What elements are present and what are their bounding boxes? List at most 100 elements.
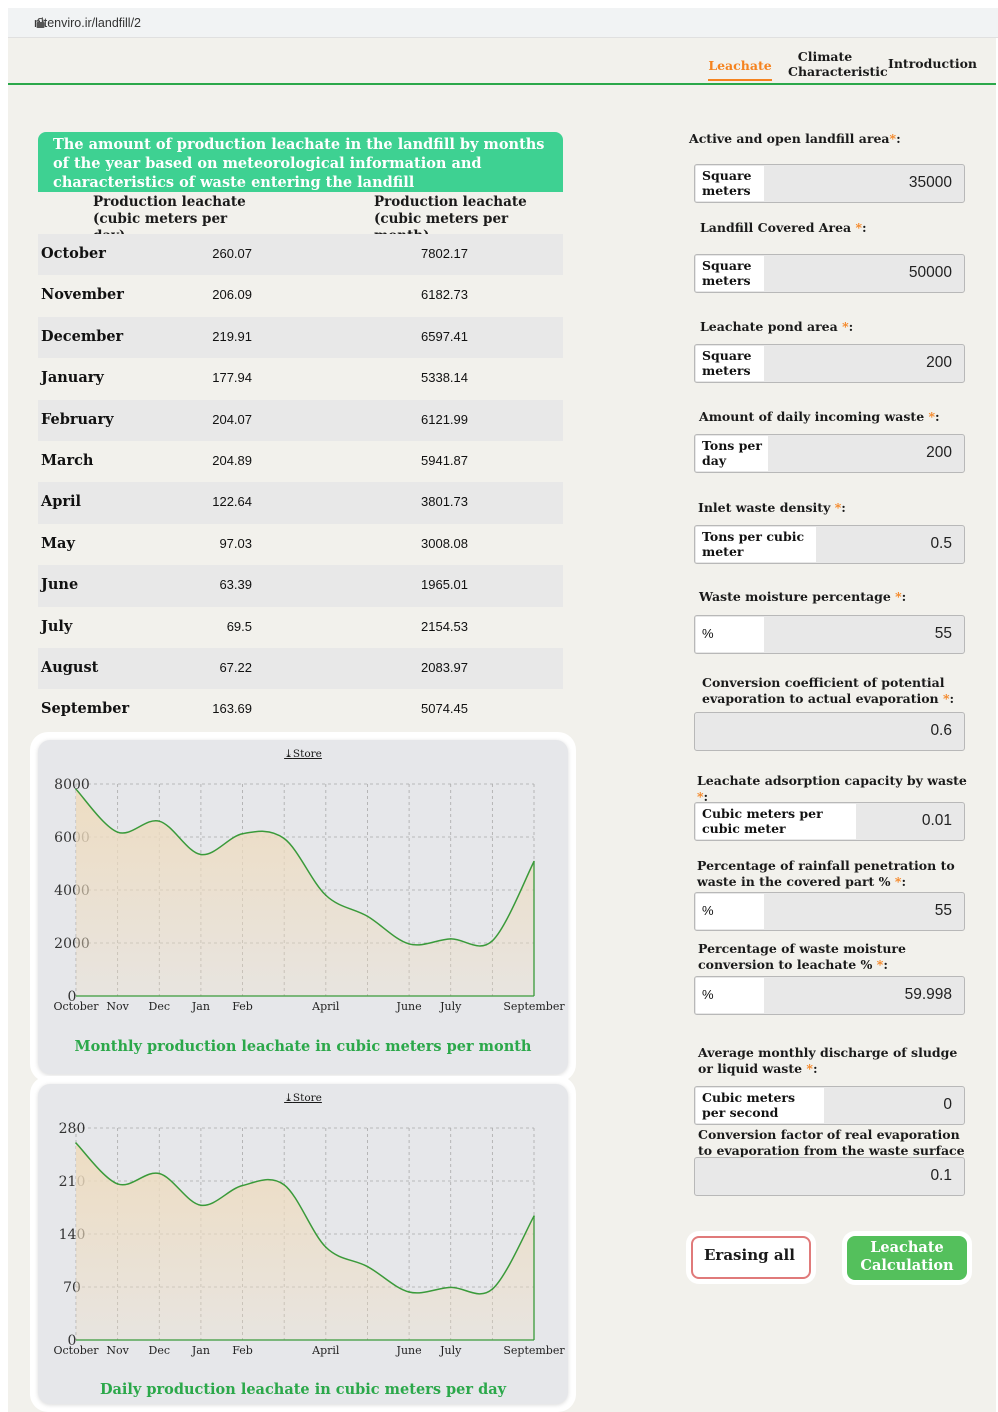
chart-caption-monthly: Monthly production leachate in cubic met… xyxy=(74,1038,532,1055)
x-tick-label: Nov xyxy=(106,1344,129,1357)
table-row: September 163.69 5074.45 xyxy=(38,689,563,731)
field-value: 59.998 xyxy=(904,986,952,1003)
table-row: November 206.09 6182.73 xyxy=(38,275,563,317)
data-point xyxy=(283,837,285,840)
erase-all-button[interactable]: Erasing all xyxy=(691,1236,811,1279)
daily-chart-card: ⤓Store 0 70 140 210 280 October Nov Dec Jan Feb Ap… xyxy=(30,1076,576,1412)
store-label: Store xyxy=(292,1092,322,1104)
field-rainfall-penetration[interactable]: % 55 xyxy=(694,892,965,931)
daily-value-cell: 260.07 xyxy=(212,246,252,261)
data-point xyxy=(408,943,410,945)
unit-label: Square meters xyxy=(696,346,764,381)
table-row: August 67.22 2083.97 xyxy=(38,648,563,690)
table-row: February 204.07 6121.99 xyxy=(38,399,563,442)
data-point xyxy=(449,1286,452,1289)
data-point xyxy=(200,853,202,856)
monthly-value-cell: 7802.17 xyxy=(421,246,468,261)
page: Leachate Climate Characteristic Introduc… xyxy=(8,38,996,1412)
field-sludge-discharge[interactable]: Cubic meters per second 0 xyxy=(694,1086,965,1125)
download-icon: ⤓ xyxy=(284,1092,293,1104)
table-row: April 122.64 3801.73 xyxy=(38,482,563,524)
address-bar[interactable]: nitenviro.ir/landfill/2 xyxy=(8,8,998,38)
field-value: 0 xyxy=(943,1096,952,1113)
x-tick-label: September xyxy=(503,1000,565,1013)
data-point xyxy=(491,939,494,942)
field-value: 55 xyxy=(934,902,952,919)
table-row: December 219.91 6597.41 xyxy=(38,316,563,359)
x-tick-label: July xyxy=(439,1000,462,1013)
x-tick-label: Dec xyxy=(149,1344,171,1357)
field-value: 0.1 xyxy=(930,1167,952,1184)
x-tick-label: Dec xyxy=(149,1000,171,1013)
daily-value-cell: 219.91 xyxy=(212,328,252,344)
x-tick-label: April xyxy=(311,1344,340,1357)
data-point xyxy=(533,860,535,863)
daily-value-cell: 67.22 xyxy=(219,660,252,675)
daily-value-cell: 122.64 xyxy=(212,494,252,510)
label-moisture-percentage: Waste moisture percentage *: xyxy=(699,589,907,604)
x-tick-label: October xyxy=(53,1344,99,1357)
field-daily-waste[interactable]: Tons per day 200 xyxy=(694,434,965,473)
tab-introduction[interactable]: Introduction xyxy=(888,56,977,71)
month-cell: September xyxy=(41,700,130,718)
unit-label: Tons per day xyxy=(696,436,768,471)
field-moisture-percentage[interactable]: % 55 xyxy=(694,615,965,654)
field-covered-area[interactable]: Square meters 50000 xyxy=(694,254,965,293)
field-active-open-area[interactable]: Square meters 35000 xyxy=(694,164,965,203)
field-value: 50000 xyxy=(908,264,952,281)
month-cell: November xyxy=(41,286,124,304)
daily-chart-panel: ⤓Store 0 70 140 210 280 October Nov Dec Jan Feb Ap… xyxy=(38,1084,568,1404)
chart-caption-daily: Daily production leachate in cubic meter… xyxy=(99,1381,507,1398)
field-evaporation-coefficient[interactable]: 0.6 xyxy=(694,712,965,751)
table-row: March 204.89 5941.87 xyxy=(38,441,563,483)
data-point xyxy=(116,1183,119,1185)
data-point xyxy=(449,938,452,940)
month-cell: August xyxy=(41,659,99,676)
unit-label: % xyxy=(696,978,764,1013)
field-real-evaporation-factor[interactable]: 0.1 xyxy=(694,1157,965,1196)
data-point xyxy=(158,1172,161,1175)
download-icon: ⤓ xyxy=(284,748,293,760)
daily-value-cell: 69.5 xyxy=(226,618,252,634)
field-value: 200 xyxy=(926,444,952,461)
monthly-value-cell: 6182.73 xyxy=(421,287,468,303)
label-rainfall-penetration: Percentage of rainfall penetration to wa… xyxy=(697,858,955,889)
x-tick-label: Nov xyxy=(106,1000,129,1013)
x-tick-label: Jan xyxy=(191,1344,210,1357)
field-pond-area[interactable]: Square meters 200 xyxy=(694,344,965,383)
data-point xyxy=(491,1288,494,1290)
x-tick-label: Feb xyxy=(232,1000,253,1013)
month-cell: June xyxy=(41,576,79,594)
x-tick-label: June xyxy=(396,1000,422,1013)
field-value: 0.01 xyxy=(921,812,952,829)
y-tick-label: 8000 xyxy=(54,777,90,793)
data-point xyxy=(366,1265,369,1268)
data-point xyxy=(366,915,369,918)
field-waste-density[interactable]: Tons per cubic meter 0.5 xyxy=(694,525,965,564)
store-button[interactable]: ⤓Store xyxy=(38,748,568,760)
unit-label: % xyxy=(696,894,764,929)
monthly-chart-panel: ⤓Store 0 2000 4000 6000 8000 October Nov Dec Jan… xyxy=(38,740,568,1074)
data-point xyxy=(533,1215,535,1217)
field-moisture-conversion[interactable]: % 59.998 xyxy=(694,976,965,1015)
tab-leachate[interactable]: Leachate xyxy=(708,58,772,81)
daily-value-cell: 97.03 xyxy=(219,535,252,551)
table-row: June 63.39 1965.01 xyxy=(38,565,563,607)
tab-climate-characteristic[interactable]: Climate Characteristic xyxy=(788,49,888,79)
monthly-value-cell: 1965.01 xyxy=(421,577,468,593)
field-adsorption-capacity[interactable]: Cubic meters per cubic meter 0.01 xyxy=(694,802,965,841)
monthly-value-cell: 2083.97 xyxy=(421,660,468,675)
unit-label: Tons per cubic meter xyxy=(696,527,816,562)
monthly-leachate-chart: 02000400060008000October Nov Dec Jan Feb Apri… xyxy=(53,777,565,1013)
monthly-value-cell: 5941.87 xyxy=(421,453,468,468)
data-point xyxy=(283,1184,285,1186)
month-cell: January xyxy=(41,369,104,387)
label-pond-area: Leachate pond area *: xyxy=(700,319,854,334)
series-area-fill xyxy=(76,789,534,996)
daily-value-cell: 63.39 xyxy=(219,577,252,593)
field-value: 0.5 xyxy=(930,535,952,552)
leachate-calculation-button[interactable]: Leachate Calculation xyxy=(847,1236,967,1280)
lock-icon xyxy=(36,18,45,28)
daily-value-cell: 163.69 xyxy=(212,701,252,717)
store-button[interactable]: ⤓Store xyxy=(38,1092,568,1104)
